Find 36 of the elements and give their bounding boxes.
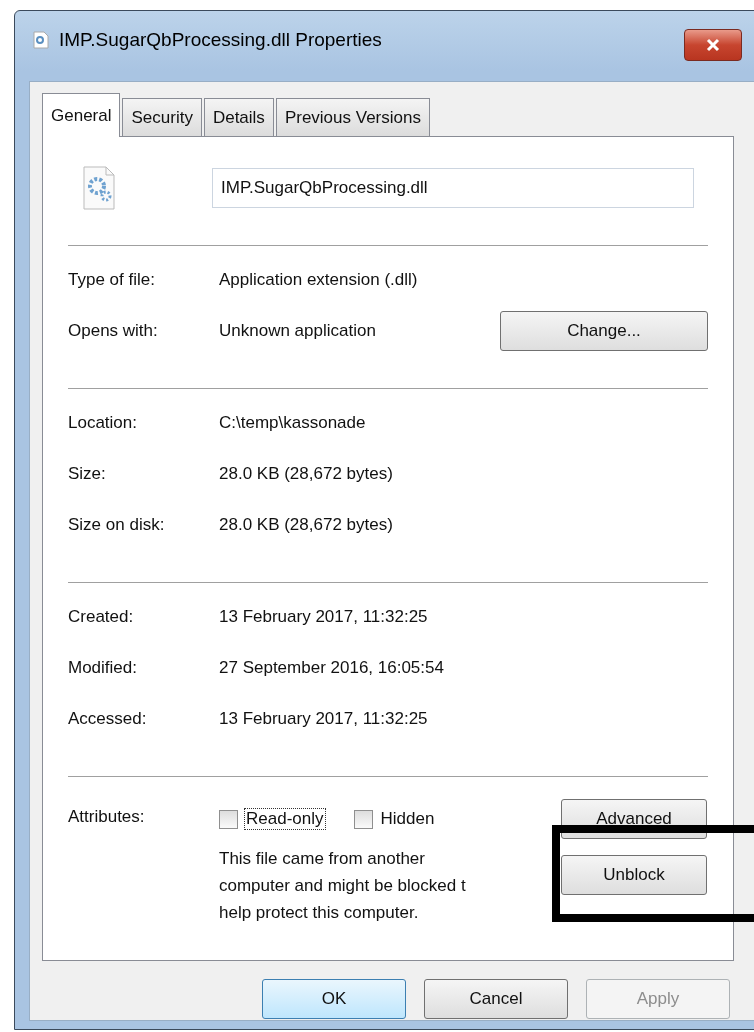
security-message: This file came from another computer and might be blocked t help protect this computer. [219,848,467,924]
checkbox[interactable] [219,809,238,829]
property-value: 27 September 2016, 16:05:54 [219,657,445,678]
property-label: Created: [68,606,135,627]
property-value: Unknown application [219,320,377,341]
dialog-button[interactable]: OK [262,979,406,1019]
file-name-field[interactable]: IMP.SugarQbProcessing.dll [212,168,694,208]
tab[interactable]: Security [122,98,202,136]
tab[interactable]: General [42,93,121,137]
property-value: C:\temp\kassonade [219,412,367,433]
file-gear-icon [33,31,49,49]
property-label: Size on disk: [68,514,166,535]
close-icon [705,38,721,52]
property-label: Opens with: [68,320,159,341]
window-title: IMP.SugarQbProcessing.dll Properties [59,29,382,51]
dialog-button[interactable]: Cancel [424,979,568,1019]
property-label: Accessed: [68,708,148,729]
change-button[interactable]: Change... [500,310,708,351]
property-label: Type of file: [68,269,156,290]
checkbox-label[interactable]: Read-only [244,808,326,830]
checkbox-label[interactable]: Hidden [378,808,437,830]
property-label: Size: [68,463,107,484]
tab[interactable]: Details [203,98,274,136]
checkbox[interactable] [353,809,373,829]
property-label: Location: [68,412,138,433]
property-value: 28.0 KB (28,672 bytes) [219,463,394,484]
tab[interactable]: Previous Versions [275,98,430,136]
attributes-label: Attributes: [68,806,146,828]
property-value: 13 February 2017, 11:32:25 [219,708,429,729]
property-value: Application extension (.dll) [219,269,419,290]
file-gear-icon [82,165,116,211]
property-label: Modified: [68,657,138,678]
unblock-button[interactable]: Unblock [561,855,707,895]
property-value: 28.0 KB (28,672 bytes) [219,514,394,535]
property-value: 13 February 2017, 11:32:25 [219,606,429,627]
close-button[interactable] [684,29,742,61]
